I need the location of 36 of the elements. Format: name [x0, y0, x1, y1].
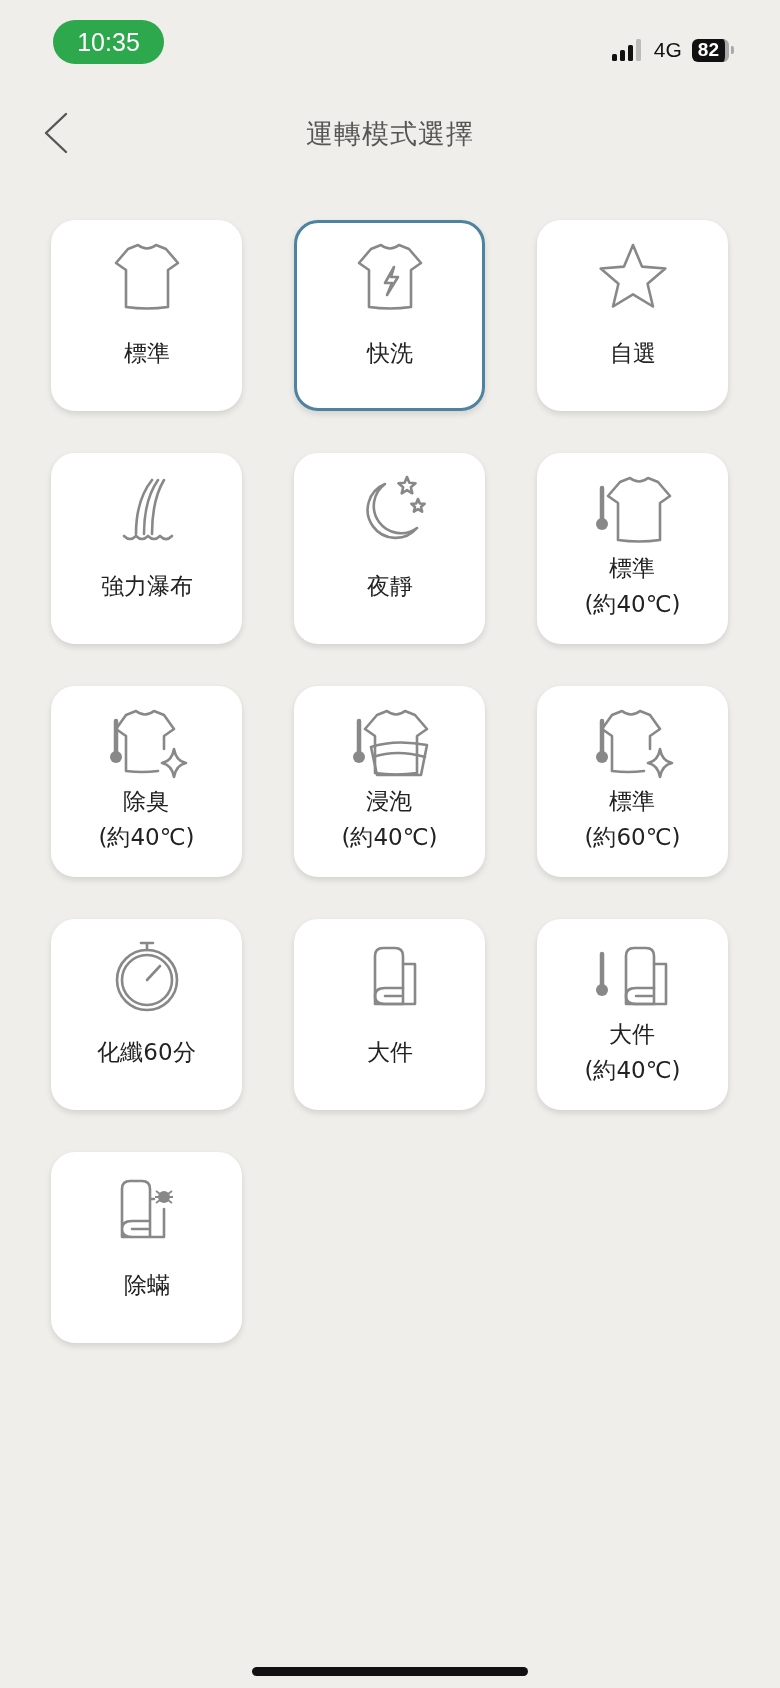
- page-title: 運轉模式選擇: [306, 117, 474, 151]
- mode-label: 強力瀑布: [100, 571, 193, 601]
- temperature-note: (約40℃): [341, 823, 438, 852]
- mode-card[interactable]: 自選: [537, 220, 728, 411]
- mode-label: 大件: [366, 1037, 413, 1067]
- mode-label: 夜靜: [366, 571, 413, 601]
- mode-label: 除臭: [123, 787, 170, 816]
- mode-label: 除蟎: [123, 1270, 170, 1300]
- temperature-note: (約40℃): [584, 1056, 681, 1085]
- signal-icon: [611, 39, 644, 61]
- mode-card[interactable]: 強力瀑布: [51, 453, 242, 644]
- mode-card[interactable]: 大件 (約40℃): [537, 919, 728, 1110]
- battery-indicator: 82: [691, 38, 729, 62]
- temperature-note: (約60℃): [584, 823, 681, 852]
- mode-card[interactable]: 標準: [51, 220, 242, 411]
- mode-label: 標準: [123, 338, 170, 368]
- mode-card[interactable]: 除臭 (約40℃): [51, 686, 242, 877]
- mode-card[interactable]: 化纖60分: [51, 919, 242, 1110]
- temperature-note: (約40℃): [584, 590, 681, 619]
- mode-card[interactable]: 夜靜: [294, 453, 485, 644]
- mode-card[interactable]: 浸泡 (約40℃): [294, 686, 485, 877]
- mode-label: 標準: [609, 787, 656, 816]
- mode-card[interactable]: 標準 (約40℃): [537, 453, 728, 644]
- mode-label: 標準: [609, 554, 656, 583]
- status-time: 10:35: [53, 20, 164, 64]
- network-type: 4G: [653, 38, 682, 62]
- temperature-note: (約40℃): [98, 823, 195, 852]
- mode-label: 浸泡: [366, 787, 413, 816]
- mode-label: 自選: [609, 338, 656, 368]
- mode-label: 化纖60分: [97, 1037, 196, 1067]
- mode-card[interactable]: 除蟎: [51, 1152, 242, 1343]
- mode-card[interactable]: 快洗: [294, 220, 485, 411]
- mode-label: 快洗: [366, 338, 413, 368]
- mode-label: 大件: [609, 1020, 656, 1049]
- mode-card[interactable]: 標準 (約60℃): [537, 686, 728, 877]
- mode-card[interactable]: 大件: [294, 919, 485, 1110]
